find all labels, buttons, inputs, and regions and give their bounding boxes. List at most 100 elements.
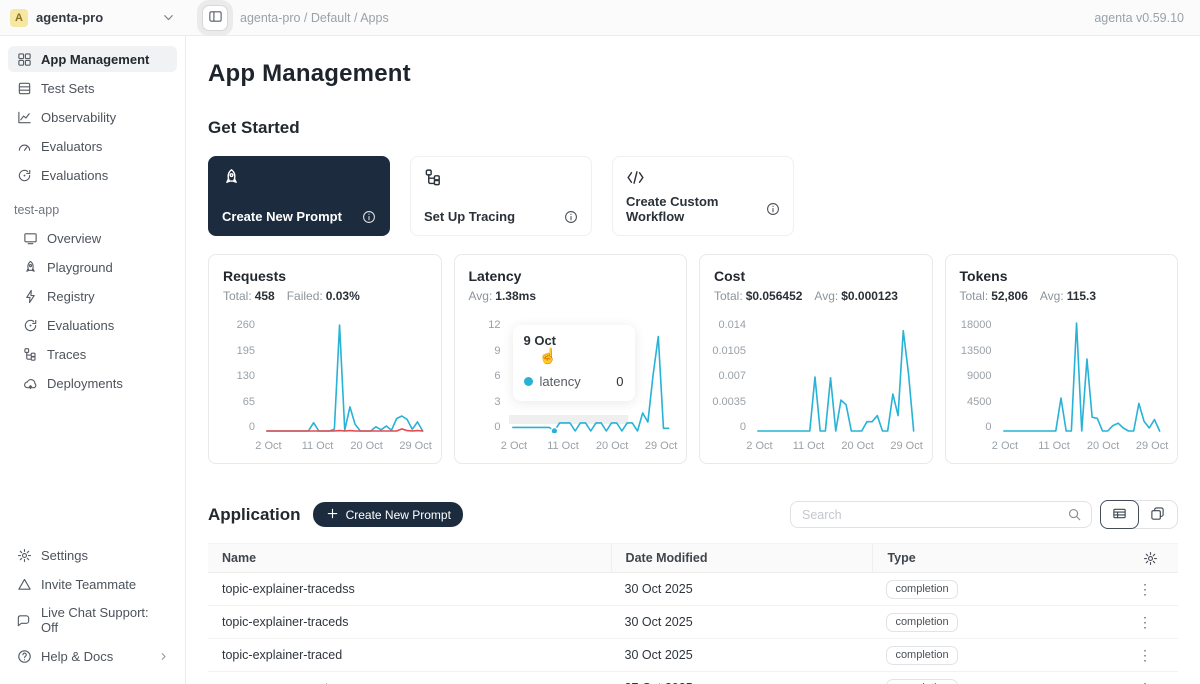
sidebar: App Management Test Sets Observability Eval… (0, 36, 186, 684)
type-badge: completion (886, 679, 957, 684)
sidebar-item-label: App Management (41, 52, 149, 67)
sidebar-item-evaluations[interactable]: Evaluations (8, 312, 177, 338)
table-row-topic-explainer-traceds[interactable]: topic-explainer-traceds30 Oct 2025comple… (208, 606, 1178, 639)
y-axis-ticks: 129630 (469, 319, 509, 433)
version-label: agenta v0.59.10 (1094, 11, 1200, 25)
info-icon[interactable] (564, 210, 578, 224)
type-badge: completion (886, 646, 957, 665)
rocket-icon (222, 168, 376, 187)
table-view-button[interactable] (1100, 500, 1139, 529)
chart-stat: Avg:1.38ms (469, 289, 537, 303)
get-started-card-create-custom-workflow[interactable]: Create Custom Workflow (612, 156, 794, 236)
chart-title: Latency (469, 268, 673, 284)
sidebar-item-traces[interactable]: Traces (8, 341, 177, 367)
tooltip-series-name: latency (540, 374, 581, 389)
sidebar-item-evaluations[interactable]: Evaluations (8, 162, 177, 188)
sidebar-item-label: Playground (47, 260, 113, 275)
sidebar-item-app-management[interactable]: App Management (8, 46, 177, 72)
page-title: App Management (208, 60, 1178, 88)
sidebar-item-evaluators[interactable]: Evaluators (8, 133, 177, 159)
get-started-card-label: Set Up Tracing (424, 209, 515, 224)
info-icon[interactable] (362, 210, 376, 224)
get-started-title: Get Started (208, 118, 1178, 138)
y-axis-ticks: 1800013500900045000 (960, 319, 1000, 433)
chart-plot-tokens[interactable] (1000, 319, 1164, 433)
evaluations-icon (22, 317, 38, 333)
help-icon (16, 648, 32, 664)
card-view-button[interactable] (1138, 501, 1177, 528)
chart-stats: Total:458Failed:0.03% (223, 289, 427, 303)
app-date-modified: 30 Oct 2025 (611, 615, 873, 629)
sidebar-item-invite-teammate[interactable]: Invite Teammate (8, 571, 177, 597)
sidebar-toggle-button[interactable] (202, 5, 228, 31)
sidebar-item-help-docs[interactable]: Help & Docs (8, 643, 177, 669)
create-new-prompt-button[interactable]: Create New Prompt (313, 502, 463, 527)
chart-plot-cost[interactable] (754, 319, 918, 433)
evaluations-icon (16, 167, 32, 183)
tooltip-date: 9 Oct (524, 333, 624, 348)
table-row-topic-explainer-tracedss[interactable]: topic-explainer-tracedss30 Oct 2025compl… (208, 573, 1178, 606)
tracing-icon (424, 168, 578, 187)
sidebar-item-live-chat-support-off[interactable]: Live Chat Support: Off (8, 600, 177, 640)
testsets-icon (16, 80, 32, 96)
chart-card-requests: RequestsTotal:458Failed:0.03%26019513065… (208, 254, 442, 464)
chart-plot-requests[interactable] (263, 319, 427, 433)
search-input[interactable] (800, 507, 1067, 523)
plus-icon (325, 506, 340, 524)
row-menu-button[interactable]: ⋮ (1132, 614, 1158, 631)
row-menu-button[interactable]: ⋮ (1132, 647, 1158, 664)
chart-card-cost: CostTotal:$0.056452Avg:$0.0001230.0140.0… (699, 254, 933, 464)
application-title: Application (208, 505, 301, 525)
tooltip-series-value: 0 (616, 374, 623, 389)
sidebar-item-label: Help & Docs (41, 649, 113, 664)
app-name: topic-explainer-traceds (208, 615, 611, 629)
sidebar-item-test-sets[interactable]: Test Sets (8, 75, 177, 101)
y-axis-ticks: 260195130650 (223, 319, 263, 433)
sidebar-item-label: Invite Teammate (41, 577, 136, 592)
app-name: topic-explainer-traced (208, 648, 611, 662)
app-date-modified: 30 Oct 2025 (611, 648, 873, 662)
sidebar-item-observability[interactable]: Observability (8, 104, 177, 130)
main-content: App Management Get Started Create New Pr… (186, 36, 1200, 684)
sidebar-item-playground[interactable]: Playground (8, 254, 177, 280)
chart-stats: Avg:1.38ms (469, 289, 673, 303)
sidebar-footer-nav: Settings Invite Teammate Live Chat Support… (8, 542, 177, 672)
sidebar-item-label: Settings (41, 548, 88, 563)
get-started-card-label: Create Custom Workflow (626, 194, 766, 224)
sidebar-item-deployments[interactable]: Deployments (8, 370, 177, 396)
row-menu-button[interactable]: ⋮ (1132, 581, 1158, 598)
sidebar-project-label: test-app (14, 203, 171, 217)
table-row-career-assessment[interactable]: career-assessment27 Oct 2025completion⋮ (208, 672, 1178, 684)
applications-table: NameDate ModifiedType topic-explainer-tr… (208, 543, 1178, 684)
x-axis-ticks: 2 Oct11 Oct20 Oct29 Oct (263, 440, 427, 455)
table-body: topic-explainer-tracedss30 Oct 2025compl… (208, 573, 1178, 684)
sidebar-main-nav: App Management Test Sets Observability Eval… (8, 46, 177, 191)
row-menu-button[interactable]: ⋮ (1132, 680, 1158, 684)
get-started-card-label: Create New Prompt (222, 209, 342, 224)
table-row-topic-explainer-traced[interactable]: topic-explainer-traced30 Oct 2025 complet… (208, 639, 1178, 672)
playground-icon (22, 259, 38, 275)
table-settings-gear-icon[interactable] (1143, 551, 1158, 566)
cursor-pointer-icon: ☝ (539, 347, 558, 365)
sidebar-item-label: Deployments (47, 376, 123, 391)
sidebar-project-nav: Overview Playground Registry Evaluations Tra… (8, 225, 177, 399)
get-started-card-set-up-tracing[interactable]: Set Up Tracing (410, 156, 592, 236)
chat-icon (16, 612, 32, 628)
chart-stat: Total:458 (223, 289, 275, 303)
search-box (790, 501, 1092, 528)
chart-card-latency: LatencyAvg:1.38ms1296302 Oct11 Oct20 Oct… (454, 254, 688, 464)
column-header-type: Type (872, 544, 1115, 572)
sidebar-item-settings[interactable]: Settings (8, 542, 177, 568)
chart-tooltip: 9 Oct☝ latency 0 (513, 325, 635, 401)
sidebar-item-overview[interactable]: Overview (8, 225, 177, 251)
info-icon[interactable] (766, 202, 780, 216)
evaluators-icon (16, 138, 32, 154)
sidebar-item-label: Overview (47, 231, 101, 246)
search-icon (1067, 507, 1082, 522)
view-toggle (1100, 500, 1178, 529)
sidebar-item-registry[interactable]: Registry (8, 283, 177, 309)
get-started-card-create-new-prompt[interactable]: Create New Prompt (208, 156, 390, 236)
chevron-right-icon (158, 651, 169, 662)
workspace-switcher[interactable]: A agenta-pro (0, 9, 186, 27)
create-new-prompt-label: Create New Prompt (346, 508, 451, 522)
